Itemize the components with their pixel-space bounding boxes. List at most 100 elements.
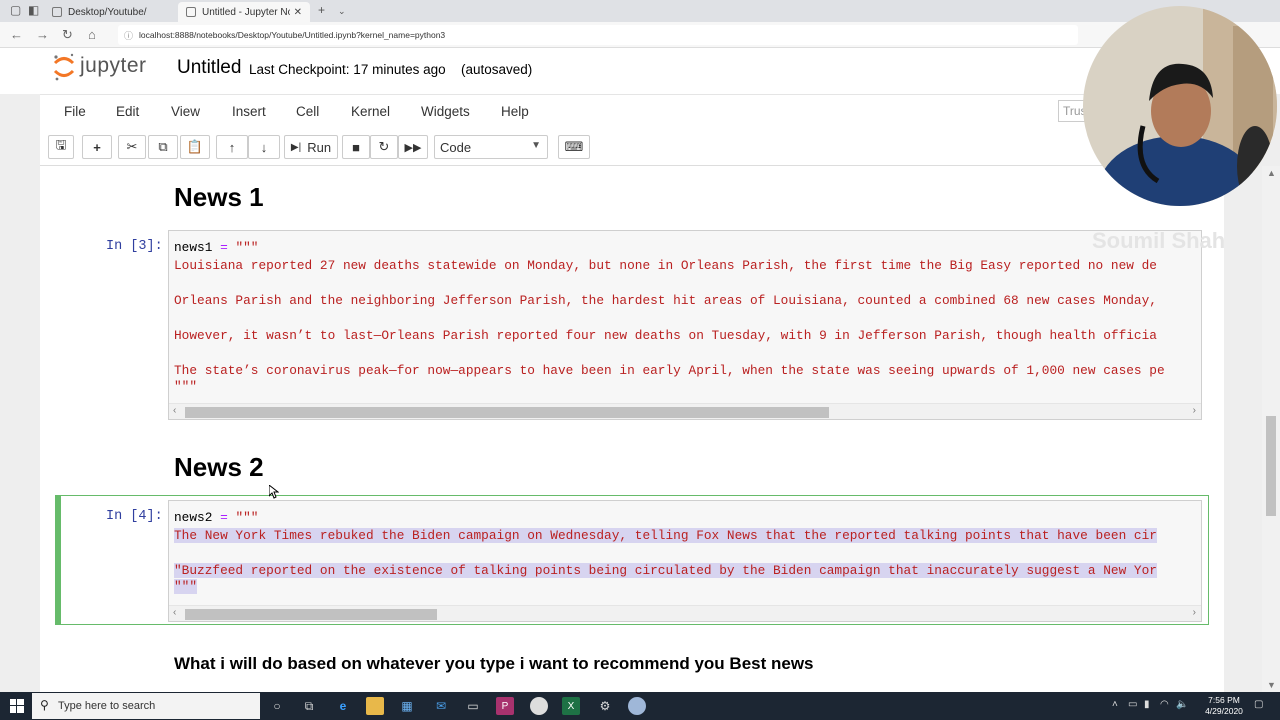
jupyter-logo-text[interactable]: jupyter: [80, 54, 147, 78]
scroll-right-arrow-icon[interactable]: ›: [1193, 607, 1196, 618]
move-up-button[interactable]: ↑: [216, 135, 248, 159]
taskbar-search-box[interactable]: ⚲ Type here to search: [32, 693, 260, 719]
app-icon[interactable]: [628, 697, 646, 715]
tab-actions-icon[interactable]: ◧: [28, 3, 39, 17]
close-tab-icon[interactable]: ✕: [294, 7, 302, 18]
scroll-right-arrow-icon[interactable]: ›: [1193, 405, 1196, 416]
run-button[interactable]: ▶| Run: [284, 135, 338, 159]
page-scrollbar-thumb[interactable]: [1266, 416, 1276, 516]
cell-type-select[interactable]: Code ▼: [434, 135, 548, 159]
code-string-line: Orleans Parish and the neighboring Jeffe…: [174, 293, 1157, 308]
browser-menu-icon[interactable]: ▢: [10, 3, 21, 17]
browser-tab-strip: ▢ ◧ Desktop/Youtube/ Untitled - Jupyter …: [0, 0, 1280, 22]
cut-button[interactable]: ✂: [118, 135, 146, 159]
edge-browser-icon[interactable]: e: [334, 697, 352, 715]
restart-button[interactable]: ↻: [370, 135, 398, 159]
code-cell-news2[interactable]: news2 = """ The New York Times rebuked t…: [168, 500, 1202, 622]
command-palette-button[interactable]: ⌨: [558, 135, 590, 159]
notebook-toolbar: 🖫 + ✂ ⧉ 📋 ↑ ↓ ▶| Run ■ ↻ ▶▶ Code ▼ ⌨: [40, 128, 1224, 166]
chevron-down-icon: ▼: [531, 140, 541, 151]
tray-chevron-up-icon[interactable]: ˄: [1112, 699, 1118, 710]
store-icon[interactable]: ▦: [398, 697, 416, 715]
edit-mode-indicator: [56, 496, 61, 624]
menu-edit[interactable]: Edit: [116, 104, 139, 119]
url-text: localhost:8888/notebooks/Desktop/Youtube…: [139, 30, 446, 40]
tab-list-chevron-icon[interactable]: ⌄: [338, 6, 346, 17]
markdown-heading-news1[interactable]: News 1: [174, 182, 264, 213]
restart-run-all-button[interactable]: ▶▶: [398, 135, 428, 159]
paste-button[interactable]: 📋: [180, 135, 210, 159]
horizontal-scrollbar[interactable]: ‹ ›: [169, 605, 1201, 621]
string-close-quote: """: [174, 579, 198, 594]
arrow-down-icon: ↓: [260, 139, 268, 155]
settings-gear-icon[interactable]: ⚙: [596, 697, 614, 715]
notebook-title[interactable]: Untitled: [177, 57, 241, 79]
new-tab-icon[interactable]: +: [318, 3, 325, 17]
save-icon: 🖫: [55, 137, 67, 152]
excel-icon[interactable]: X: [562, 697, 580, 715]
mouse-cursor-icon: [269, 485, 279, 499]
cortana-icon[interactable]: ○: [268, 697, 286, 715]
file-explorer-icon[interactable]: [366, 697, 384, 715]
task-view-icon[interactable]: ⧉: [300, 697, 318, 715]
back-arrow-icon[interactable]: ←: [10, 27, 23, 42]
windows-taskbar: ⚲ Type here to search ○ ⧉ e ▦ ✉ ▭ P X ⚙ …: [0, 692, 1280, 720]
restart-icon: ↻: [378, 139, 390, 154]
scroll-left-arrow-icon[interactable]: ‹: [173, 405, 176, 416]
insert-cell-button[interactable]: +: [82, 135, 112, 159]
clock-date: 4/29/2020: [1205, 706, 1243, 716]
network-icon[interactable]: ▭: [1128, 699, 1137, 710]
menu-kernel[interactable]: Kernel: [351, 104, 390, 119]
menu-widgets[interactable]: Widgets: [421, 104, 470, 119]
menu-file[interactable]: File: [64, 104, 86, 119]
paste-icon: 📋: [186, 139, 204, 154]
battery-icon[interactable]: ▮: [1144, 699, 1150, 710]
volume-icon[interactable]: 🔈: [1176, 699, 1188, 710]
code-cell-news1[interactable]: news1 = """ Louisiana reported 27 new de…: [168, 230, 1202, 420]
menu-view[interactable]: View: [171, 104, 200, 119]
menu-help[interactable]: Help: [501, 104, 529, 119]
windows-start-icon[interactable]: [10, 699, 24, 713]
info-icon: ⓘ: [124, 30, 134, 41]
mail-icon[interactable]: ✉: [432, 697, 450, 715]
page-vertical-scrollbar[interactable]: ▲ ▼: [1262, 166, 1280, 692]
menu-insert[interactable]: Insert: [232, 104, 266, 119]
browser-tab-desktop[interactable]: Desktop/Youtube/: [44, 2, 178, 22]
webcam-overlay: [1083, 6, 1277, 206]
keyboard-icon: ⌨: [564, 139, 584, 154]
notebook-area: News 1 In [3]: news1 = """ Louisiana rep…: [40, 166, 1224, 720]
scroll-up-arrow-icon[interactable]: ▲: [1267, 168, 1276, 178]
markdown-text-cell[interactable]: What i will do based on whatever you typ…: [174, 654, 814, 674]
clock-time: 7:56 PM: [1208, 695, 1240, 705]
scroll-down-arrow-icon[interactable]: ▼: [1267, 680, 1276, 690]
code-string-line: The state’s coronavirus peak—for now—app…: [174, 363, 1165, 378]
refresh-icon[interactable]: ↻: [62, 27, 73, 43]
scrollbar-thumb[interactable]: [185, 407, 829, 418]
checkpoint-status: Last Checkpoint: 17 minutes ago: [249, 62, 446, 77]
chrome-icon[interactable]: [530, 697, 548, 715]
variable-name: news2: [174, 510, 213, 525]
code-line-assignment: news1 = """: [174, 240, 259, 255]
notifications-icon[interactable]: ▢: [1254, 699, 1263, 710]
url-field[interactable]: ⓘ localhost:8888/notebooks/Desktop/Youtu…: [118, 25, 1078, 45]
stop-icon: ■: [352, 139, 360, 155]
assign-operator: =: [212, 240, 236, 255]
home-icon[interactable]: ⌂: [88, 27, 96, 42]
copy-button[interactable]: ⧉: [148, 135, 178, 159]
move-down-button[interactable]: ↓: [248, 135, 280, 159]
scrollbar-thumb[interactable]: [185, 609, 437, 620]
tab-label: Untitled - Jupyter Notel: [202, 6, 290, 18]
ide-icon[interactable]: P: [496, 697, 514, 715]
terminal-icon[interactable]: ▭: [464, 697, 482, 715]
save-button[interactable]: 🖫: [48, 135, 74, 159]
wifi-icon[interactable]: ◠: [1160, 699, 1169, 710]
horizontal-scrollbar[interactable]: ‹ ›: [169, 403, 1201, 419]
markdown-heading-news2[interactable]: News 2: [174, 452, 264, 483]
menu-cell[interactable]: Cell: [296, 104, 319, 119]
browser-tab-jupyter[interactable]: Untitled - Jupyter Notel ✕: [178, 2, 310, 22]
forward-arrow-icon[interactable]: →: [36, 27, 49, 42]
scroll-left-arrow-icon[interactable]: ‹: [173, 607, 176, 618]
interrupt-button[interactable]: ■: [342, 135, 370, 159]
code-string-line: However, it wasn’t to last—Orleans Paris…: [174, 328, 1157, 343]
taskbar-clock[interactable]: 7:56 PM 4/29/2020: [1200, 695, 1248, 717]
